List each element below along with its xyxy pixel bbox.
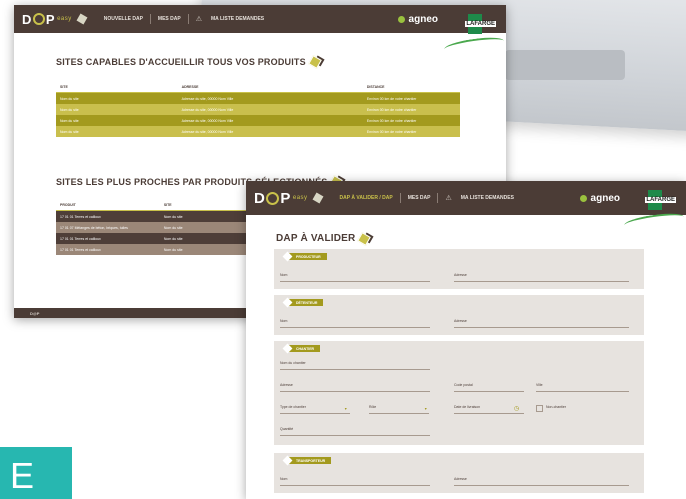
- adresse-input[interactable]: [454, 485, 629, 486]
- header-bar: DP easy NOUVELLE DAP MES DAP ⚠ Ma liste …: [14, 5, 506, 33]
- menu-item-mes-dap[interactable]: MES DAP: [408, 195, 431, 201]
- table-header: SITE ADRESSE DISTANCE: [56, 81, 460, 93]
- panel-tag: PRODUCTEUR: [288, 253, 327, 260]
- table-row[interactable]: 17 01 01 Terres et cailloux Nom du site: [56, 233, 256, 244]
- menu-item-demandes[interactable]: Ma liste Demandes: [461, 195, 514, 201]
- calendar-icon[interactable]: ◷: [514, 405, 519, 412]
- section-title-sites-capables: SITES CAPABLES D'ACCUEILLIR TOUS VOS PRO…: [56, 55, 322, 69]
- adresse-input[interactable]: [280, 391, 430, 392]
- nom-input[interactable]: [280, 327, 430, 328]
- ville-input[interactable]: [536, 391, 629, 392]
- menu-divider: [187, 14, 189, 24]
- panel-tag: CHANTIER: [288, 345, 321, 352]
- swoosh-icon: [623, 210, 685, 232]
- date-input[interactable]: [454, 413, 524, 414]
- nom-input[interactable]: [280, 281, 430, 282]
- type-chantier-select[interactable]: [280, 413, 350, 414]
- code-postal-input[interactable]: [454, 391, 524, 392]
- table-header: PRODUIT SITE: [56, 199, 256, 211]
- hexagon-icon: [357, 231, 372, 246]
- menu-divider: [399, 193, 401, 203]
- table-row[interactable]: Nom du site Adresse du site, 00000 Nom V…: [56, 126, 460, 137]
- app-logo[interactable]: DP easy: [22, 12, 88, 27]
- agneo-logo: agneo: [397, 14, 438, 25]
- chantier-name-input[interactable]: [280, 369, 430, 370]
- table-row[interactable]: 17 01 01 Terres et cailloux Nom du site: [56, 244, 256, 255]
- main-menu: DAP À VALIDER / DAP MES DAP ⚠ Ma liste D…: [340, 193, 514, 203]
- panel-tag: DÉTENTEUR: [288, 299, 324, 306]
- transporteur-panel: TRANSPORTEUR Nom Adresse: [274, 453, 644, 493]
- table-row[interactable]: Nom du site Adresse du site, 00000 Nom V…: [56, 115, 460, 126]
- lafarge-logo: LAFARGE: [443, 11, 505, 56]
- chevron-down-icon[interactable]: ▼: [424, 407, 427, 411]
- dap-validation-window: DP easy DAP À VALIDER / DAP MES DAP ⚠ Ma…: [246, 181, 686, 499]
- products-table: PRODUIT SITE 17 01 01 Terres et cailloux…: [56, 199, 256, 255]
- hexagon-icon: [308, 55, 322, 69]
- warning-icon: ⚠: [195, 16, 202, 23]
- warning-icon: ⚠: [445, 195, 452, 202]
- menu-item-nouvelle-dap[interactable]: NOUVELLE DAP: [104, 16, 143, 22]
- menu-item-mes-dap[interactable]: MES DAP: [158, 16, 181, 22]
- lafarge-logo: LAFARGE: [623, 187, 685, 232]
- hexagon-icon: [312, 192, 324, 204]
- corner-tile: E: [0, 447, 72, 499]
- quantite-input[interactable]: [280, 435, 430, 436]
- agneo-mark-icon: [579, 194, 587, 202]
- nom-input[interactable]: [280, 485, 430, 486]
- table-row[interactable]: Nom du site Adresse du site, 00000 Nom V…: [56, 93, 460, 104]
- panel-tag: TRANSPORTEUR: [288, 457, 332, 464]
- menu-divider: [437, 193, 439, 203]
- header-bar: DP easy DAP À VALIDER / DAP MES DAP ⚠ Ma…: [246, 181, 686, 215]
- menu-divider: [149, 14, 151, 24]
- detenteur-panel: DÉTENTEUR Nom Adresse: [274, 295, 644, 335]
- chevron-down-icon[interactable]: ▼: [344, 407, 347, 411]
- laptop-bezel: [505, 50, 625, 80]
- chantier-panel: CHANTIER Nom du chantier Adresse Code po…: [274, 341, 644, 445]
- table-row[interactable]: 17 01 07 Mélanges de béton, briques, tui…: [56, 222, 256, 233]
- at-icon: [32, 13, 45, 25]
- agneo-mark-icon: [397, 15, 405, 23]
- adresse-input[interactable]: [454, 281, 629, 282]
- at-icon: [266, 191, 280, 205]
- page-title: DAP À VALIDER: [276, 231, 372, 246]
- app-logo[interactable]: DP easy: [254, 190, 324, 207]
- menu-item-demandes[interactable]: Ma liste Demandes: [211, 16, 264, 22]
- swoosh-icon: [443, 34, 505, 56]
- adresse-input[interactable]: [454, 327, 629, 328]
- role-select[interactable]: [369, 413, 429, 414]
- producteur-panel: PRODUCTEUR Nom Adresse: [274, 249, 644, 289]
- checkbox[interactable]: [536, 405, 543, 412]
- table-row[interactable]: Nom du site Adresse du site, 00000 Nom V…: [56, 104, 460, 115]
- agneo-logo: agneo: [579, 193, 620, 204]
- menu-item-dap-a-valider[interactable]: DAP À VALIDER / DAP: [340, 195, 393, 201]
- main-menu: NOUVELLE DAP MES DAP ⚠ Ma liste Demandes: [104, 14, 264, 24]
- sites-table: SITE ADRESSE DISTANCE Nom du site Adress…: [56, 81, 460, 137]
- table-row[interactable]: 17 01 01 Terres et cailloux Nom du site: [56, 211, 256, 222]
- hexagon-icon: [76, 13, 88, 25]
